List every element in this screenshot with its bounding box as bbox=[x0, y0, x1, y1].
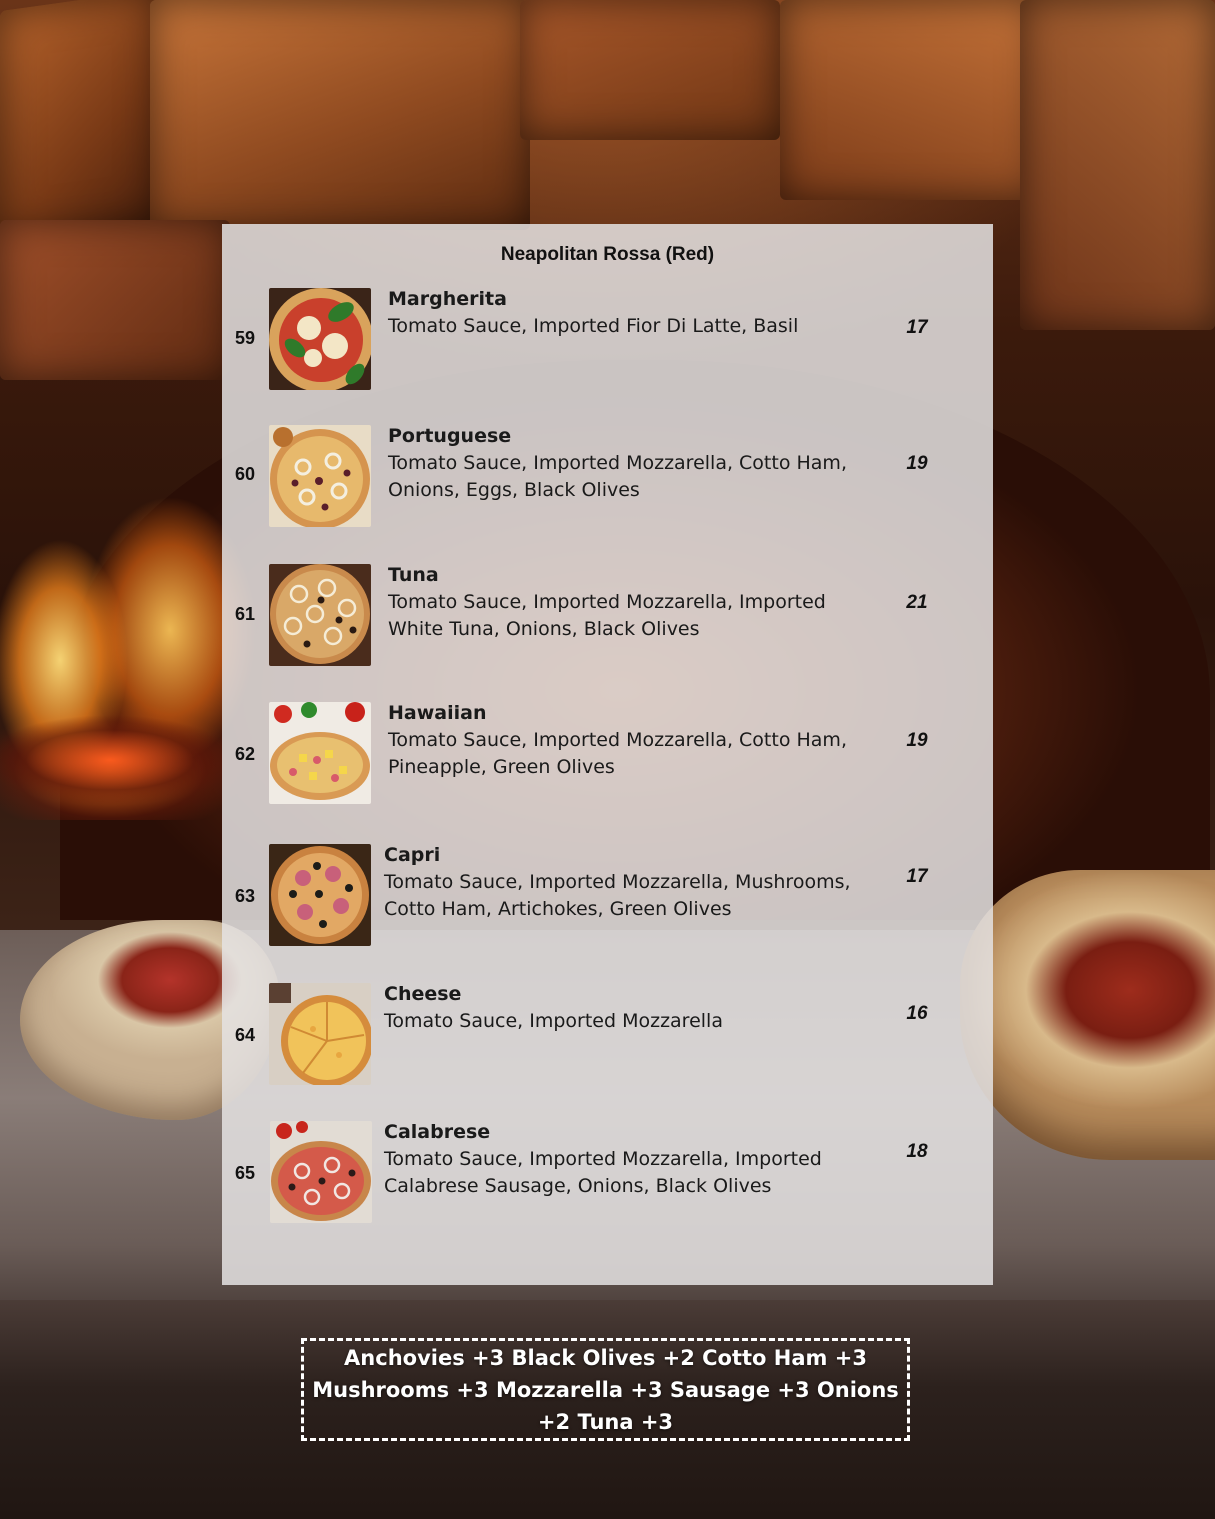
item-price: 17 bbox=[906, 317, 928, 338]
item-name: Calabrese bbox=[384, 1121, 491, 1143]
oven-brick bbox=[0, 0, 160, 242]
item-number: 64 bbox=[235, 1025, 256, 1045]
item-description: Tomato Sauce, Imported Fior Di Latte, Ba… bbox=[388, 315, 799, 337]
item-number: 65 bbox=[235, 1163, 256, 1183]
menu-item[interactable]: 59 Margherita Tomato Sauce, Imported Fio… bbox=[222, 288, 993, 398]
pizza-margherita-photo bbox=[269, 288, 371, 390]
pizza-cheese-photo bbox=[269, 983, 371, 1085]
item-text: Margherita Tomato Sauce, Imported Fior D… bbox=[388, 286, 878, 340]
item-name: Margherita bbox=[388, 288, 507, 310]
menu-item[interactable]: 60 Portuguese Tomato Sauce, Imported Moz… bbox=[222, 425, 993, 535]
menu-item[interactable]: 61 Tuna Tomato Sauce, Imported Mozzarell… bbox=[222, 564, 993, 674]
pizza-capri-photo bbox=[269, 844, 371, 946]
item-number: 61 bbox=[235, 604, 256, 624]
item-number: 60 bbox=[235, 464, 256, 484]
menu-card: Neapolitan Rossa (Red) 59 Margherita Tom… bbox=[222, 224, 993, 1285]
item-text: Capri Tomato Sauce, Imported Mozzarella,… bbox=[384, 842, 874, 923]
oven-brick bbox=[780, 0, 1040, 200]
oven-brick bbox=[0, 220, 230, 380]
menu-item[interactable]: 64 Cheese Tomato Sauce, Imported Mozzare… bbox=[222, 983, 993, 1093]
item-description: Tomato Sauce, Imported Mozzarella, Cotto… bbox=[388, 729, 847, 778]
item-text: Tuna Tomato Sauce, Imported Mozzarella, … bbox=[388, 562, 878, 643]
fire-embers bbox=[0, 700, 240, 820]
item-text: Portuguese Tomato Sauce, Imported Mozzar… bbox=[388, 423, 878, 504]
oven-brick bbox=[150, 0, 530, 230]
item-price: 16 bbox=[906, 1003, 928, 1024]
item-text: Calabrese Tomato Sauce, Imported Mozzare… bbox=[384, 1119, 874, 1200]
item-price: 18 bbox=[906, 1141, 928, 1162]
pizza-tuna-photo bbox=[269, 564, 371, 666]
oven-brick bbox=[520, 0, 780, 140]
item-number: 62 bbox=[235, 744, 256, 764]
item-price: 19 bbox=[906, 453, 928, 474]
item-description: Tomato Sauce, Imported Mozzarella, Impor… bbox=[388, 591, 826, 640]
extras-box: Anchovies +3 Black Olives +2 Cotto Ham +… bbox=[301, 1338, 910, 1441]
item-name: Hawaiian bbox=[388, 702, 487, 724]
item-description: Tomato Sauce, Imported Mozzarella bbox=[384, 1010, 723, 1032]
oven-brick bbox=[1020, 0, 1215, 330]
item-number: 59 bbox=[235, 328, 256, 348]
menu-item[interactable]: 65 Calabrese Tomato Sauce, Imported Mozz… bbox=[222, 1121, 993, 1231]
item-name: Portuguese bbox=[388, 425, 512, 447]
item-description: Tomato Sauce, Imported Mozzarella, Cotto… bbox=[388, 452, 847, 501]
item-name: Capri bbox=[384, 844, 441, 866]
item-description: Tomato Sauce, Imported Mozzarella, Mushr… bbox=[384, 871, 851, 920]
section-title: Neapolitan Rossa (Red) bbox=[500, 244, 715, 265]
item-price: 21 bbox=[906, 592, 928, 613]
pizza-hawaiian-photo bbox=[269, 702, 371, 804]
pizza-calabrese-photo bbox=[270, 1121, 372, 1223]
item-text: Hawaiian Tomato Sauce, Imported Mozzarel… bbox=[388, 700, 878, 781]
item-number: 63 bbox=[235, 886, 256, 906]
pizza-portuguese-photo bbox=[269, 425, 371, 527]
menu-item[interactable]: 63 Capri Tomato Sauce, Imported Mozzarel… bbox=[222, 844, 993, 954]
item-price: 19 bbox=[906, 730, 928, 751]
menu-item[interactable]: 62 Hawaiian Tomato Sauce, Imported Mozza… bbox=[222, 702, 993, 812]
item-name: Cheese bbox=[384, 983, 462, 1005]
extras-list: Anchovies +3 Black Olives +2 Cotto Ham +… bbox=[312, 1345, 899, 1434]
item-price: 17 bbox=[906, 866, 928, 887]
item-text: Cheese Tomato Sauce, Imported Mozzarella bbox=[384, 981, 874, 1035]
item-name: Tuna bbox=[388, 564, 439, 586]
item-description: Tomato Sauce, Imported Mozzarella, Impor… bbox=[384, 1148, 822, 1197]
